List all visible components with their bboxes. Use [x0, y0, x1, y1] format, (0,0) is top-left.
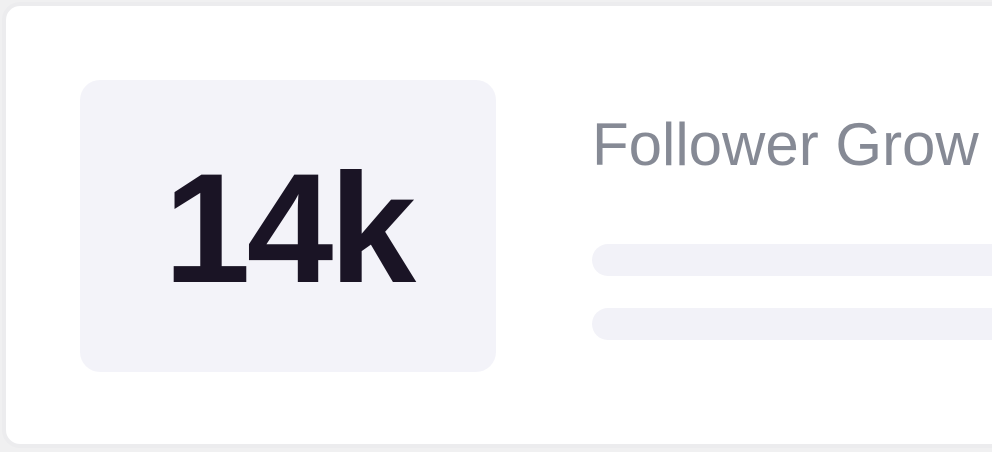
placeholder-bar: [592, 244, 992, 276]
placeholder-bar: [592, 308, 992, 340]
page: 14k Follower Grow: [0, 0, 992, 452]
card-title: Follower Grow: [592, 111, 979, 178]
stat-tile: 14k: [80, 80, 496, 372]
stat-value: 14k: [163, 142, 416, 316]
